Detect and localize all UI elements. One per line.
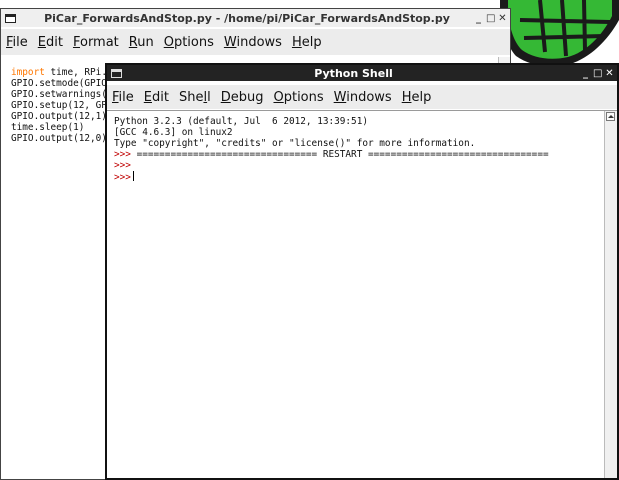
code-keyword: import — [11, 67, 45, 78]
menu-help[interactable]: Help — [397, 90, 437, 105]
shell-scrollbar[interactable] — [604, 111, 617, 478]
text-cursor — [132, 171, 134, 181]
menu-file[interactable]: File — [1, 35, 33, 50]
desktop-logo-icon — [500, 0, 619, 67]
menu-help[interactable]: Help — [287, 35, 327, 50]
shell-prompt: >>> — [114, 172, 131, 183]
menu-options[interactable]: Options — [268, 90, 328, 105]
compiler-line: [GCC 4.6.3] on linux2 — [114, 127, 233, 138]
minimize-button[interactable]: _ — [581, 68, 590, 79]
shell-menubar: File Edit Shell Debug Options Windows He… — [107, 85, 617, 109]
python-shell-window[interactable]: Python Shell _ □ ✕ File Edit Shell Debug… — [105, 63, 619, 480]
window-icon[interactable] — [111, 68, 122, 78]
shell-prompt: >>> — [114, 149, 137, 160]
code-line-7: GPIO.output(12,0) — [11, 133, 107, 144]
version-line: Python 3.2.3 (default, Jul 6 2012, 13:39… — [114, 116, 368, 127]
close-button[interactable]: ✕ — [498, 13, 507, 24]
window-icon[interactable] — [5, 13, 16, 23]
scroll-up-arrow-icon[interactable] — [606, 112, 615, 121]
maximize-button[interactable]: □ — [486, 13, 495, 24]
info-line: Type "copyright", "credits" or "license(… — [114, 138, 476, 149]
shell-title: Python Shell — [314, 66, 393, 80]
minimize-button[interactable]: _ — [474, 13, 483, 24]
menu-edit[interactable]: Edit — [139, 90, 174, 105]
shell-titlebar[interactable]: Python Shell _ □ ✕ — [107, 65, 617, 81]
menubar-divider — [107, 110, 617, 111]
close-button[interactable]: ✕ — [605, 68, 614, 79]
menu-windows[interactable]: Windows — [219, 35, 287, 50]
editor-title: PiCar_ForwardsAndStop.py - /home/pi/PiCa… — [44, 11, 450, 25]
menu-format[interactable]: Format — [68, 35, 124, 50]
code-line-6: time.sleep(1) — [11, 122, 85, 133]
shell-prompt: >>> — [114, 160, 131, 171]
restart-line: ================================ RESTART… — [136, 149, 549, 160]
menu-run[interactable]: Run — [124, 35, 159, 50]
shell-output-area[interactable]: Python 3.2.3 (default, Jul 6 2012, 13:39… — [114, 116, 549, 183]
maximize-button[interactable]: □ — [593, 68, 602, 79]
menu-debug[interactable]: Debug — [216, 90, 269, 105]
editor-titlebar[interactable]: PiCar_ForwardsAndStop.py - /home/pi/PiCa… — [1, 9, 510, 27]
menu-options[interactable]: Options — [159, 35, 219, 50]
code-line-5: GPIO.output(12,1) — [11, 111, 107, 122]
editor-menubar: File Edit Format Run Options Windows Hel… — [1, 29, 510, 55]
menu-windows[interactable]: Windows — [329, 90, 397, 105]
menu-file[interactable]: File — [107, 90, 139, 105]
menu-edit[interactable]: Edit — [33, 35, 68, 50]
menu-shell[interactable]: Shell — [174, 90, 216, 105]
